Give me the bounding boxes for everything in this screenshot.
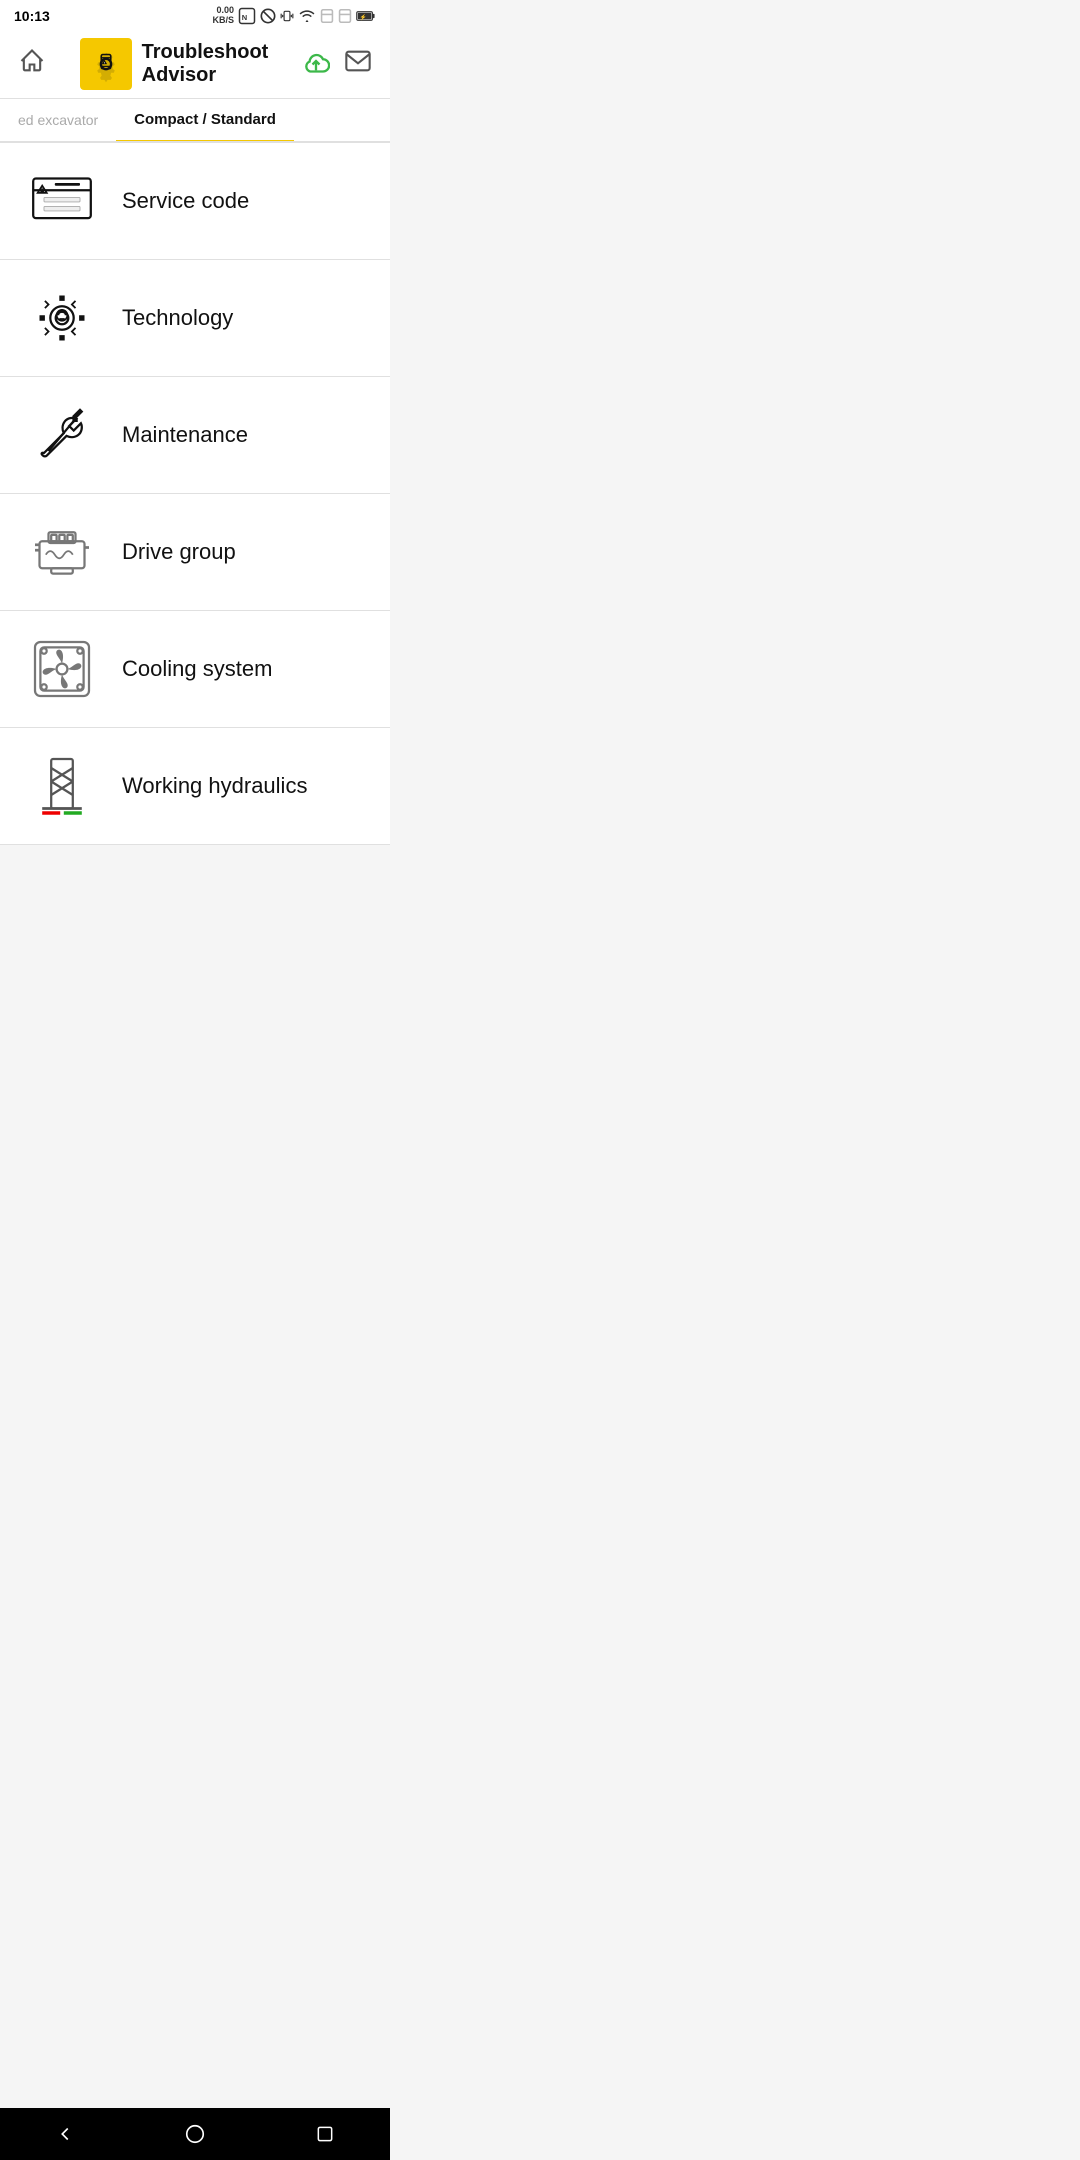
cooling-system-label: Cooling system [122,656,272,682]
menu-item-cooling-system[interactable]: Cooling system [0,611,390,728]
recent-apps-button[interactable] [295,2114,355,2154]
sim2-icon [338,8,352,24]
technology-label: Technology [122,305,233,331]
status-bar: 10:13 0.00KB/S N [0,0,390,30]
home-nav-button[interactable] [165,2114,225,2154]
app-logo: Troubleshoot Advisor [80,38,269,90]
technology-icon [22,278,102,358]
cloud-button[interactable] [302,47,330,80]
menu-list: Service code Technology [0,143,390,845]
back-button[interactable] [35,2114,95,2154]
drive-group-icon [22,512,102,592]
nfc-icon: N [238,7,256,25]
block-icon [260,8,276,24]
wifi-icon [298,9,316,23]
svg-text:N: N [242,13,247,22]
working-hydraulics-icon [22,746,102,826]
menu-item-technology[interactable]: Technology [0,260,390,377]
status-icons: 0.00KB/S N [212,6,376,26]
maintenance-icon [22,395,102,475]
home-button[interactable] [18,47,46,80]
app-header: Troubleshoot Advisor [0,30,390,99]
battery-icon: ⚡ [356,9,376,23]
menu-item-maintenance[interactable]: Maintenance [0,377,390,494]
logo-gear-phone-icon [87,45,125,83]
menu-item-working-hydraulics[interactable]: Working hydraulics [0,728,390,845]
menu-item-drive-group[interactable]: Drive group [0,494,390,611]
sim1-icon [320,8,334,24]
logo-icon-box [80,38,132,90]
header-actions [302,47,372,80]
tabs-row: ed excavator Compact / Standard [0,99,390,143]
service-code-label: Service code [122,188,249,214]
maintenance-label: Maintenance [122,422,248,448]
app-title: Troubleshoot Advisor [142,41,269,87]
net-speed: 0.00KB/S [212,6,234,26]
tab-tracked-excavator[interactable]: ed excavator [0,100,116,140]
menu-item-service-code[interactable]: Service code [0,143,390,260]
status-time: 10:13 [14,8,50,24]
working-hydraulics-label: Working hydraulics [122,773,307,799]
bottom-nav-bar [0,2108,390,2160]
service-code-icon [22,161,102,241]
tab-compact-standard[interactable]: Compact / Standard [116,99,294,143]
mail-button[interactable] [344,47,372,80]
drive-group-label: Drive group [122,539,236,565]
cooling-system-icon [22,629,102,709]
vibrate-icon [280,7,294,25]
